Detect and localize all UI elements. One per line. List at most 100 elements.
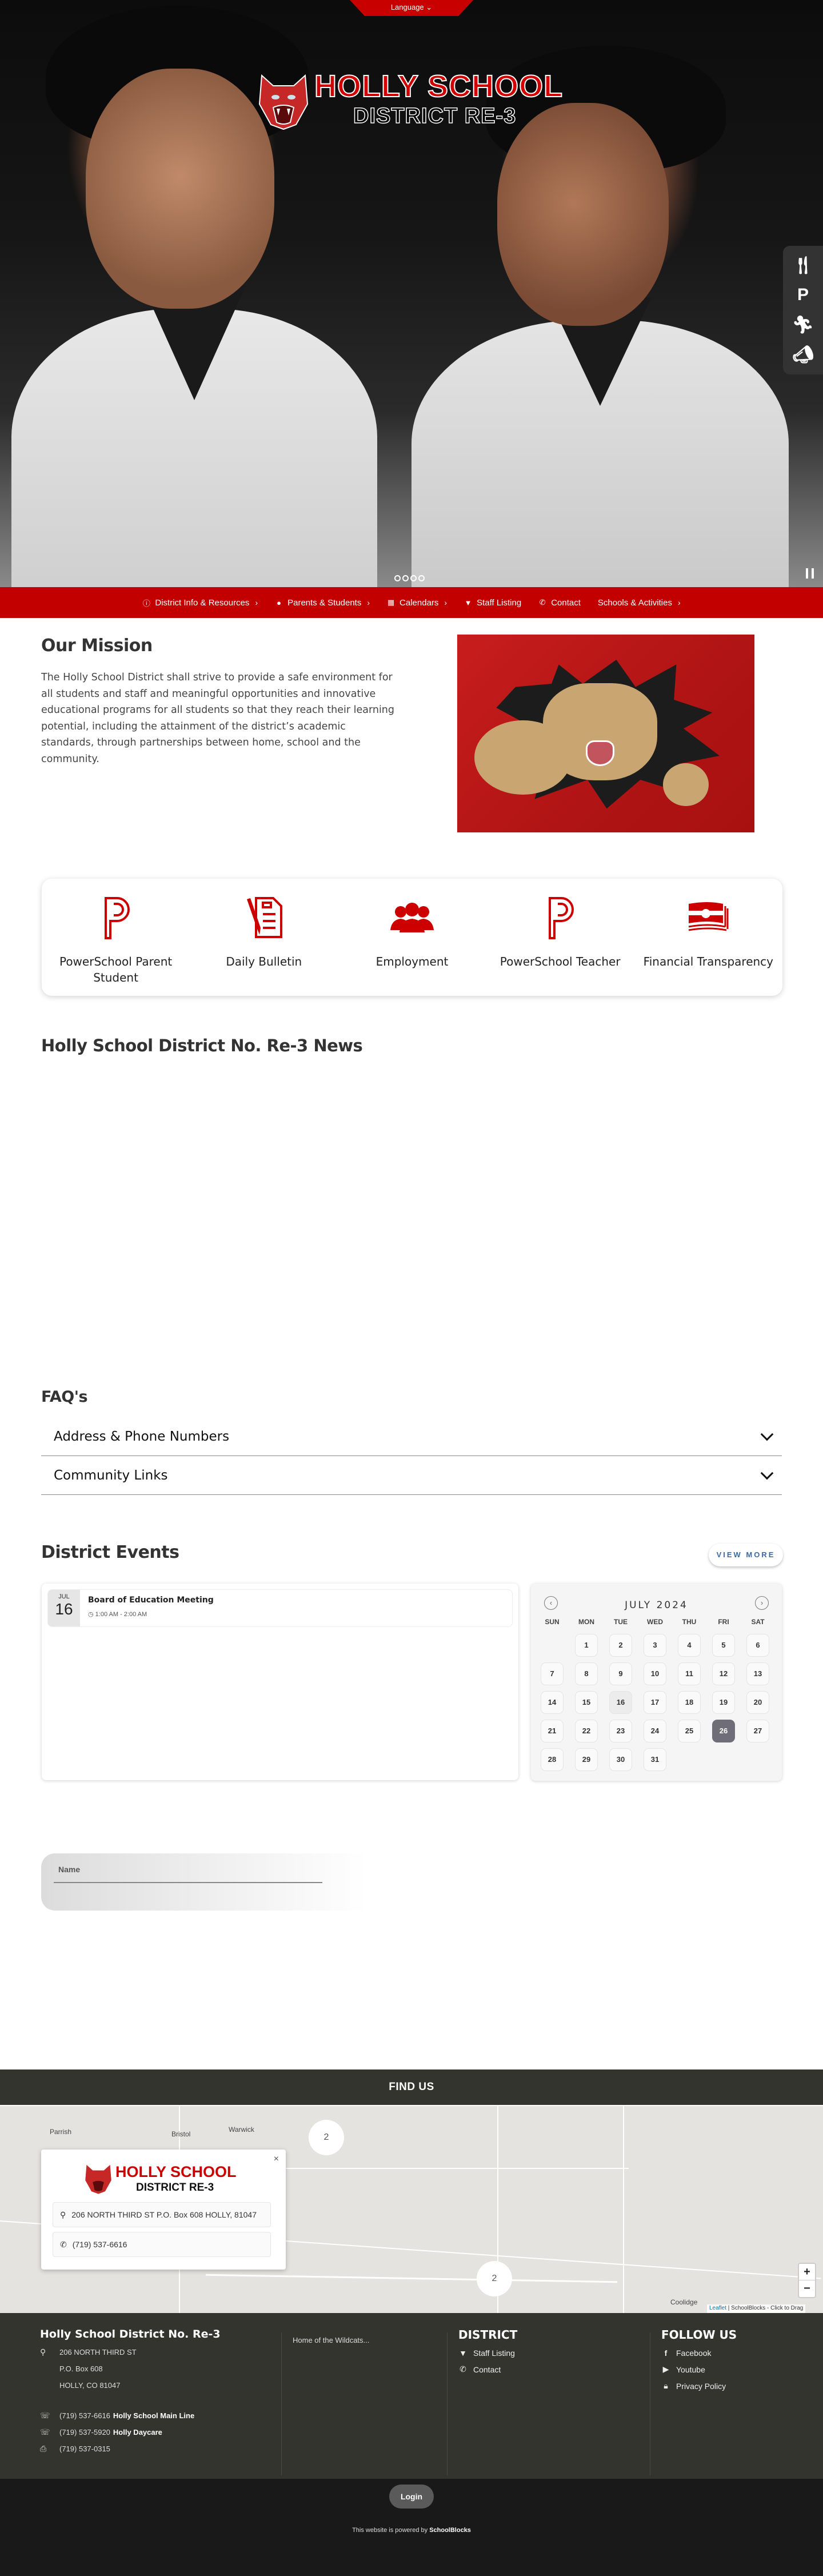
event-date: JUL 16 xyxy=(48,1590,80,1626)
hero-photo-part xyxy=(497,103,669,326)
login-button[interactable]: Login xyxy=(389,2485,434,2509)
map-town-label: Bristol xyxy=(171,2130,191,2138)
nav-district-info[interactable]: ⓘ District Info & Resources › xyxy=(142,597,258,608)
news-title: Holly School District No. Re-3 News xyxy=(41,1036,363,1055)
calendar-day[interactable]: 8 xyxy=(575,1662,598,1685)
event-item[interactable]: JUL 16 Board of Education Meeting ◷ 1:00… xyxy=(47,1589,513,1627)
info-icon: ⓘ xyxy=(142,599,150,608)
faq-item[interactable]: Address & Phone Numbers xyxy=(41,1417,782,1456)
slide-dot[interactable] xyxy=(418,575,425,581)
calendar-day[interactable]: 18 xyxy=(678,1691,701,1714)
calendar-day[interactable]: 5 xyxy=(712,1634,735,1657)
calendar-day[interactable]: 1 xyxy=(575,1634,598,1657)
footer-phone[interactable]: ☏ (719) 537-6616 Holly School Main Line xyxy=(40,2411,274,2421)
calendar-day[interactable]: 9 xyxy=(609,1662,632,1685)
leaflet-link[interactable]: Leaflet xyxy=(709,2305,726,2311)
calendar-day[interactable]: 28 xyxy=(541,1748,564,1771)
slide-dot[interactable] xyxy=(402,575,409,581)
calendar-day[interactable]: 29 xyxy=(575,1748,598,1771)
calendar-day[interactable]: 31 xyxy=(644,1748,666,1771)
slide-dot[interactable] xyxy=(394,575,401,581)
calendar-day[interactable]: 22 xyxy=(575,1720,598,1742)
megaphone-icon[interactable]: 📣︎ xyxy=(792,345,814,365)
calendar-day[interactable]: 4 xyxy=(678,1634,701,1657)
quick-links-card: PowerSchool Parent Student Daily Bulleti… xyxy=(42,879,782,996)
pause-slideshow-button[interactable] xyxy=(806,568,814,579)
powerschool-icon[interactable]: P xyxy=(792,285,814,305)
popup-address[interactable]: ⚲ 206 NORTH THIRD ST P.O. Box 608 HOLLY, … xyxy=(53,2202,271,2227)
weekday-label: MON xyxy=(578,1618,594,1626)
footer-link-privacy[interactable]: 🔒︎ Privacy Policy xyxy=(661,2381,737,2391)
calendar-day[interactable]: 20 xyxy=(746,1691,769,1714)
calendar-day[interactable]: 24 xyxy=(644,1720,666,1742)
chevron-right-icon: › xyxy=(677,598,681,607)
faq-item[interactable]: Community Links xyxy=(41,1456,782,1495)
site-logo[interactable]: HOLLY SCHOOL DISTRICT RE-3 xyxy=(251,69,572,131)
footer-link-staff-listing[interactable]: ▼ Staff Listing xyxy=(458,2348,517,2358)
zoom-in-button[interactable]: + xyxy=(799,2264,815,2280)
footer-link-facebook[interactable]: f Facebook xyxy=(661,2348,737,2358)
lightbulb-icon: ● xyxy=(277,598,282,607)
footer-link-youtube[interactable]: ▶ Youtube xyxy=(661,2364,737,2374)
nav-staff-listing[interactable]: ▼ Staff Listing xyxy=(464,598,522,608)
view-more-button[interactable]: VIEW MORE xyxy=(709,1544,783,1566)
calendar-day[interactable]: 27 xyxy=(746,1720,769,1742)
news-section: Holly School District No. Re-3 News xyxy=(41,1036,363,1055)
calendar-day[interactable]: 17 xyxy=(644,1691,666,1714)
calendar-day[interactable]: 12 xyxy=(712,1662,735,1685)
quick-link-financial-transparency[interactable]: Financial Transparency xyxy=(640,895,777,970)
calendar-day[interactable]: 6 xyxy=(746,1634,769,1657)
calendar-day[interactable]: 3 xyxy=(644,1634,666,1657)
logo-line2: DISTRICT RE-3 xyxy=(353,103,517,129)
faq-section: FAQ's Address & Phone Numbers Community … xyxy=(41,1388,782,1495)
footer-org-name: Holly School District No. Re-3 xyxy=(40,2328,221,2340)
quick-link-powerschool-teacher[interactable]: PowerSchool Teacher xyxy=(492,895,629,970)
calendar-day[interactable]: 15 xyxy=(575,1691,598,1714)
calendar-day[interactable]: 16 xyxy=(609,1691,632,1714)
calendar-day[interactable]: 13 xyxy=(746,1662,769,1685)
footer-fax[interactable]: ⎙ (719) 537-0315 xyxy=(40,2444,274,2454)
event-time: ◷ 1:00 AM - 2:00 AM xyxy=(88,1611,147,1618)
calendar-day[interactable]: 7 xyxy=(541,1662,564,1685)
close-icon[interactable]: × xyxy=(274,2154,279,2164)
slide-dot[interactable] xyxy=(410,575,417,581)
calendar-day[interactable]: 10 xyxy=(644,1662,666,1685)
quick-link-daily-bulletin[interactable]: Daily Bulletin xyxy=(195,895,333,970)
calendar-day[interactable]: 23 xyxy=(609,1720,632,1742)
nav-parents-students[interactable]: ● Parents & Students › xyxy=(275,598,370,608)
quick-link-employment[interactable]: Employment xyxy=(343,895,481,970)
calendar-day[interactable]: 21 xyxy=(541,1720,564,1742)
footer-phone[interactable]: ☏ (719) 537-5920 Holly Daycare xyxy=(40,2427,274,2437)
calendar-day[interactable]: 30 xyxy=(609,1748,632,1771)
calendar-day[interactable]: 25 xyxy=(678,1720,701,1742)
weekday-label: FRI xyxy=(718,1618,729,1626)
chevron-circle-icon: ▼ xyxy=(464,598,472,607)
calendar-day[interactable]: 11 xyxy=(678,1662,701,1685)
quick-link-powerschool-parent[interactable]: PowerSchool Parent Student xyxy=(47,895,185,986)
clock-icon: ◷ xyxy=(88,1611,94,1618)
hero-photo-part xyxy=(86,69,274,309)
map-cluster-marker[interactable]: 2 xyxy=(477,2261,512,2296)
chevron-down-icon xyxy=(760,1466,774,1480)
calendar-day[interactable]: 2 xyxy=(609,1634,632,1657)
site-footer: Holly School District No. Re-3 ⚲ 206 NORT… xyxy=(0,2313,823,2479)
calendar-day[interactable]: 26 xyxy=(712,1720,735,1742)
nav-contact[interactable]: ✆ Contact xyxy=(538,598,581,608)
calendar-day[interactable]: 19 xyxy=(712,1691,735,1714)
nav-schools-activities[interactable]: Schools & Activities › xyxy=(598,598,681,608)
schoolblocks-link[interactable]: SchoolBlocks xyxy=(429,2527,471,2534)
nav-calendars[interactable]: ▦ Calendars › xyxy=(387,598,447,608)
map-cluster-marker[interactable]: 2 xyxy=(309,2120,344,2155)
language-selector[interactable]: Language ⌄ xyxy=(350,0,473,16)
calendar-day[interactable]: 14 xyxy=(541,1691,564,1714)
next-month-button[interactable]: › xyxy=(755,1596,769,1610)
popup-phone[interactable]: ✆ (719) 537-6616 xyxy=(53,2232,271,2257)
footer-link-contact[interactable]: ✆ Contact xyxy=(458,2364,517,2374)
zoom-out-button[interactable]: − xyxy=(799,2280,815,2297)
map-town-label: Coolidge xyxy=(670,2298,698,2306)
name-input[interactable] xyxy=(54,1867,322,1882)
running-person-icon[interactable]: 🏃︎ xyxy=(792,315,814,335)
popup-logo: HOLLY SCHOOL DISTRICT RE-3 xyxy=(83,2161,249,2196)
powerschool-icon xyxy=(549,897,574,939)
fork-knife-icon[interactable]: 🍴︎ xyxy=(792,256,814,276)
